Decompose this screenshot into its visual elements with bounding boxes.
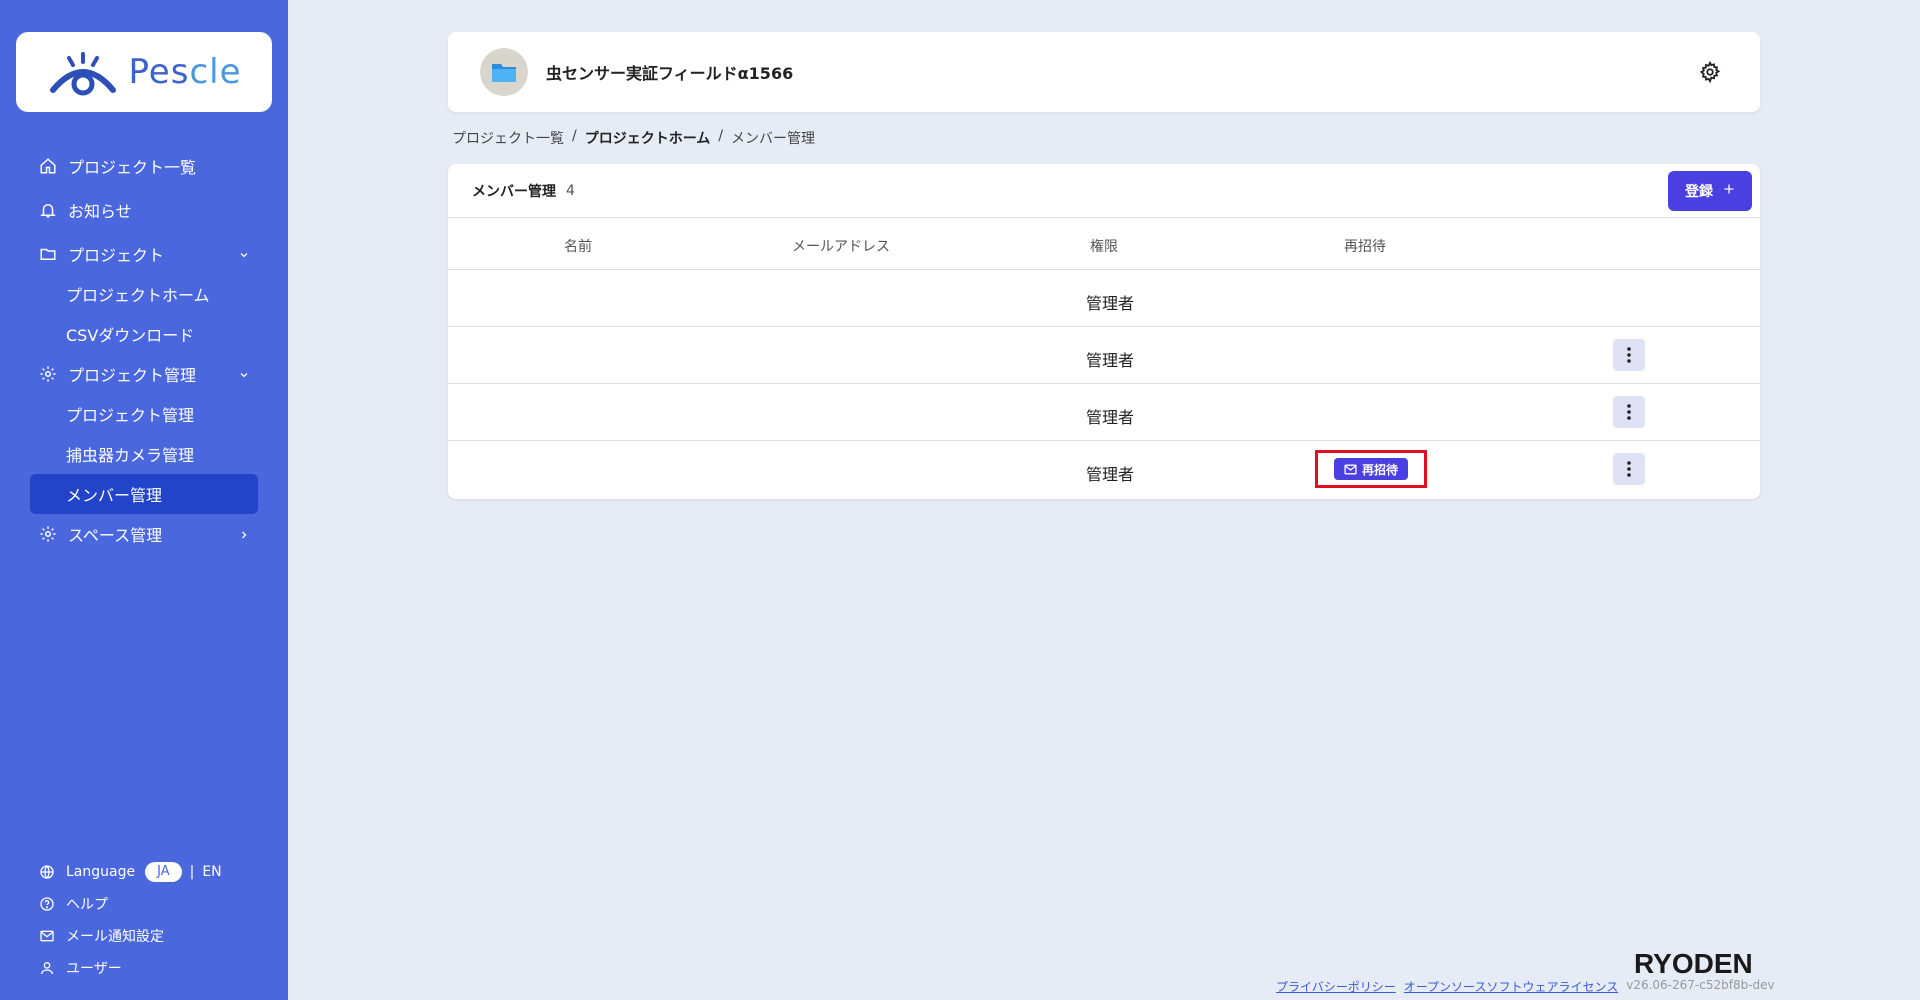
row-menu-button[interactable] [1613, 453, 1645, 485]
language-label: Language [66, 864, 136, 880]
member-role: 管理者 [1086, 408, 1135, 427]
table-row: 管理者 [448, 270, 1760, 327]
reinvite-button[interactable]: 再招待 [1333, 458, 1408, 480]
sidebar-item-label: 捕虫器カメラ管理 [66, 446, 195, 465]
gear-icon [38, 364, 58, 384]
breadcrumb-current: メンバー管理 [731, 131, 816, 147]
sidebar-item-members[interactable]: メンバー管理 [30, 474, 258, 514]
privacy-policy-link[interactable]: プライバシーポリシー [1276, 978, 1396, 995]
user-link[interactable]: ユーザー [38, 952, 268, 984]
sidebar-item-project[interactable]: プロジェクト [30, 234, 258, 274]
sidebar-item-label: プロジェクトホーム [66, 286, 210, 305]
table-row: 管理者 [448, 384, 1760, 441]
sidebar-item-trap-camera[interactable]: 捕虫器カメラ管理 [30, 434, 258, 474]
logo[interactable]: Pescle [16, 32, 272, 112]
sidebar-item-project-list[interactable]: プロジェクト一覧 [30, 146, 258, 186]
register-label: 登録 [1685, 184, 1713, 200]
breadcrumb-project-list[interactable]: プロジェクト一覧 [452, 128, 564, 148]
eye-logo-icon [49, 52, 116, 96]
members-card-header: メンバー管理 4 登録 [448, 164, 1760, 218]
column-name: 名前 [564, 239, 592, 255]
breadcrumb-project-home[interactable]: プロジェクトホーム [585, 128, 711, 148]
mail-settings-label: メール通知設定 [66, 929, 164, 945]
sidebar-item-label: プロジェクト管理 [66, 406, 195, 425]
gear-icon [1699, 61, 1721, 83]
language-switcher: Language JA | EN [38, 856, 268, 888]
sidebar-item-label: CSVダウンロード [66, 326, 195, 345]
member-role: 管理者 [1086, 294, 1135, 313]
row-menu-button[interactable] [1613, 339, 1645, 371]
breadcrumb-separator: / [572, 128, 577, 144]
column-role: 権限 [1090, 239, 1118, 255]
members-count: 4 [566, 182, 575, 199]
reinvite-label: 再招待 [1361, 462, 1398, 477]
help-label: ヘルプ [66, 897, 108, 913]
user-label: ユーザー [66, 961, 122, 977]
mail-icon [1344, 464, 1357, 474]
lang-ja-button[interactable]: JA [145, 862, 182, 882]
folder-icon [38, 244, 58, 264]
sidebar-item-project-home[interactable]: プロジェクトホーム [30, 274, 258, 314]
lang-separator: | [189, 864, 195, 880]
members-title: メンバー管理 [472, 183, 556, 200]
member-role: 管理者 [1086, 465, 1135, 484]
register-button[interactable]: 登録 [1668, 171, 1752, 211]
table-row: 管理者 [448, 327, 1760, 384]
breadcrumb-separator: / [718, 128, 724, 144]
table-row: 管理者 再招待 [448, 441, 1760, 498]
sidebar-item-project-admin[interactable]: プロジェクト管理 [30, 354, 258, 394]
table-header: 名前 メールアドレス 権限 再招待 [448, 218, 1760, 270]
chevron-down-icon [238, 366, 250, 385]
sidebar-item-project-settings[interactable]: プロジェクト管理 [30, 394, 258, 434]
help-link[interactable]: ヘルプ [38, 888, 268, 920]
sidebar-item-label: プロジェクト一覧 [68, 158, 197, 177]
user-icon [38, 959, 56, 977]
reinvite-highlight: 再招待 [1315, 450, 1427, 488]
folder-icon [492, 64, 516, 82]
globe-icon [38, 863, 56, 881]
project-avatar [480, 48, 528, 96]
gear-icon [38, 524, 58, 544]
more-vertical-icon [1627, 404, 1631, 420]
sidebar-item-label: スペース管理 [68, 526, 163, 545]
help-icon [38, 895, 56, 913]
sidebar-item-space-admin[interactable]: スペース管理 [30, 514, 258, 554]
company-logo: RYODEN [1634, 948, 1753, 979]
chevron-down-icon [238, 246, 250, 265]
sidebar-footer: Language JA | EN ヘルプ メール通知設定 ユーザー [38, 856, 268, 984]
sidebar-item-csv-download[interactable]: CSVダウンロード [30, 314, 258, 354]
member-role: 管理者 [1086, 351, 1135, 370]
members-card: メンバー管理 4 登録 名前 メールアドレス 権限 再招待 管理者 管理者 管理… [448, 164, 1760, 499]
column-reinvite: 再招待 [1344, 239, 1386, 255]
sidebar-item-notices[interactable]: お知らせ [30, 190, 258, 230]
lang-en-button[interactable]: EN [202, 864, 221, 880]
version-text: v26.06-267-c52bf8b-dev [1626, 978, 1775, 992]
sidebar-item-label: お知らせ [68, 202, 132, 221]
home-icon [38, 156, 58, 176]
legal-links: プライバシーポリシー オープンソースソフトウェアライセンス v26.06-267… [1276, 978, 1775, 995]
project-title: 虫センサー実証フィールドα1566 [546, 64, 794, 83]
column-email: メールアドレス [792, 239, 890, 255]
logo-text: Pescle [128, 52, 242, 92]
oss-license-link[interactable]: オープンソースソフトウェアライセンス [1404, 978, 1618, 995]
project-header: 虫センサー実証フィールドα1566 [448, 32, 1760, 112]
bell-icon [38, 200, 58, 220]
sidebar-item-label: プロジェクト [68, 246, 165, 265]
plus-icon [1723, 183, 1735, 199]
mail-settings-link[interactable]: メール通知設定 [38, 920, 268, 952]
sidebar-item-label: メンバー管理 [66, 486, 163, 505]
sidebar-item-label: プロジェクト管理 [68, 366, 197, 385]
sidebar: Pescle プロジェクト一覧 お知らせ プロジェクト プロジェクトホーム CS… [0, 0, 288, 1000]
sidebar-nav: プロジェクト一覧 お知らせ プロジェクト プロジェクトホーム CSVダウンロード… [30, 146, 258, 554]
project-settings-button[interactable] [1698, 60, 1722, 84]
breadcrumb: プロジェクト一覧 / プロジェクトホーム / メンバー管理 [452, 128, 815, 148]
chevron-right-icon [238, 526, 250, 545]
more-vertical-icon [1627, 347, 1631, 363]
row-menu-button[interactable] [1613, 396, 1645, 428]
mail-icon [38, 927, 56, 945]
more-vertical-icon [1627, 461, 1631, 477]
